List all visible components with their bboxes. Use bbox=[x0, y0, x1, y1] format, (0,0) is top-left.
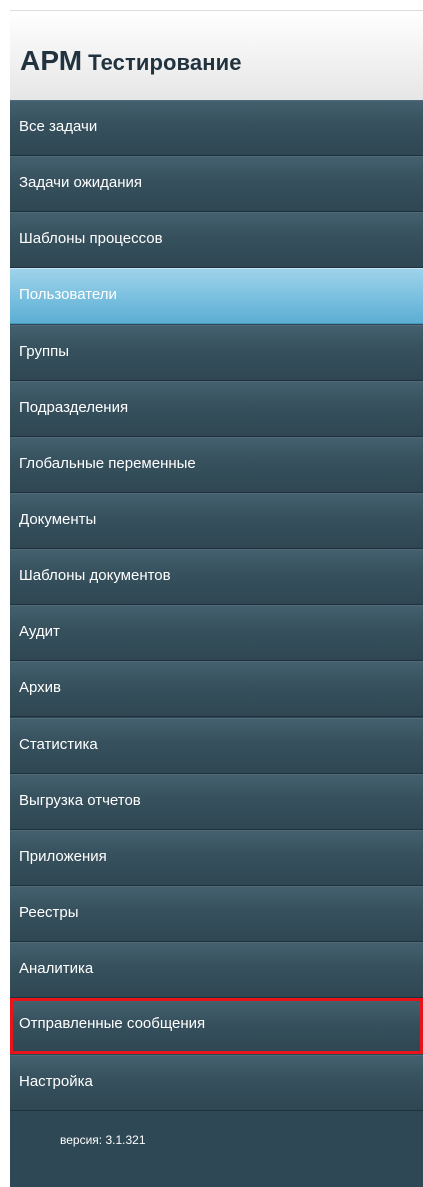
menu-item-applications[interactable]: Приложения bbox=[10, 830, 423, 886]
menu-item-global-variables[interactable]: Глобальные переменные bbox=[10, 437, 423, 493]
menu-item-registries[interactable]: Реестры bbox=[10, 886, 423, 942]
menu-item-statistics[interactable]: Статистика bbox=[10, 718, 423, 774]
version-label: версия: 3.1.321 bbox=[60, 1133, 146, 1147]
menu-item-report-export[interactable]: Выгрузка отчетов bbox=[10, 774, 423, 830]
menu-item-groups[interactable]: Группы bbox=[10, 325, 423, 381]
menu-item-audit[interactable]: Аудит bbox=[10, 605, 423, 661]
menu-item-archive[interactable]: Архив bbox=[10, 661, 423, 717]
app-header: АРМ Тестирование bbox=[10, 11, 423, 101]
menu-item-waiting-tasks[interactable]: Задачи ожидания bbox=[10, 156, 423, 212]
menu-item-all-tasks[interactable]: Все задачи bbox=[10, 100, 423, 156]
app-title-text: Тестирование bbox=[88, 50, 242, 75]
app-title-abbr: АРМ bbox=[20, 45, 83, 76]
menu-item-departments[interactable]: Подразделения bbox=[10, 381, 423, 437]
menu-item-settings[interactable]: Настройка bbox=[10, 1055, 423, 1111]
sidebar-panel: АРМ Тестирование Все задачи Задачи ожидан… bbox=[10, 0, 423, 1187]
menu-item-sent-messages[interactable]: Отправленные сообщения bbox=[10, 998, 423, 1054]
sidebar-menu: Все задачи Задачи ожидания Шаблоны проце… bbox=[10, 100, 423, 1187]
menu-item-analytics[interactable]: Аналитика bbox=[10, 942, 423, 998]
menu-item-users[interactable]: Пользователи bbox=[10, 268, 423, 324]
menu-item-documents[interactable]: Документы bbox=[10, 493, 423, 549]
menu-item-document-templates[interactable]: Шаблоны документов bbox=[10, 549, 423, 605]
menu-item-process-templates[interactable]: Шаблоны процессов bbox=[10, 212, 423, 268]
app-title: АРМ Тестирование bbox=[20, 45, 242, 77]
